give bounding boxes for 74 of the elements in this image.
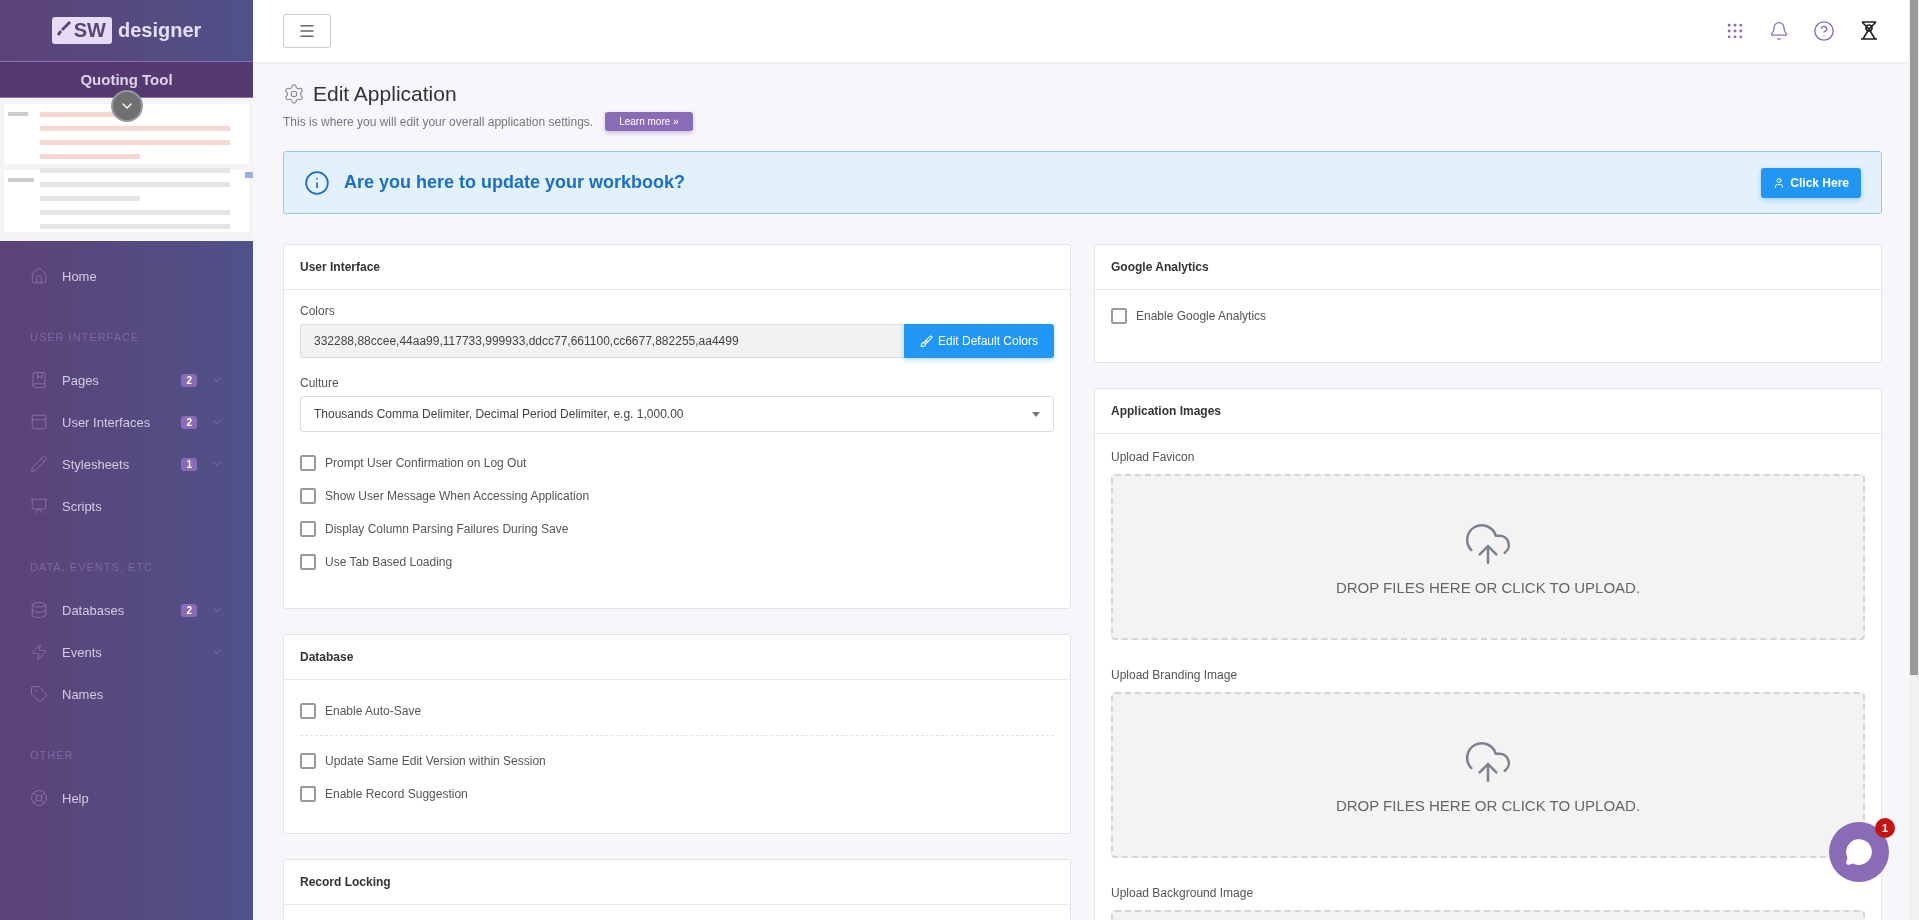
checkbox[interactable] <box>300 752 316 769</box>
help-icon[interactable] <box>1813 20 1835 42</box>
page-subtitle: This is where you will edit your overall application settings. <box>283 114 594 129</box>
chat-icon <box>1845 838 1873 866</box>
checkbox-label: Show User Message When Accessing Application <box>325 488 590 503</box>
nav-item[interactable]: Stylesheets 1 <box>0 443 253 485</box>
settings-icon <box>283 83 305 105</box>
field-label: Upload Background Image <box>1111 886 1255 900</box>
count-badge: 2 <box>181 415 197 429</box>
checkbox[interactable] <box>300 553 316 570</box>
checkbox[interactable] <box>300 487 316 504</box>
field-label: Upload Branding Image <box>1111 668 1239 682</box>
bookmark-icon <box>30 371 48 389</box>
scrollbar[interactable] <box>1909 0 1919 920</box>
nav-item[interactable]: User Interfaces 2 <box>0 401 253 443</box>
checkbox-label: Display Column Parsing Failures During Save <box>325 521 569 536</box>
checkbox[interactable] <box>300 702 316 719</box>
edit-colors-button[interactable]: Edit Default Colors <box>903 324 1054 358</box>
nav-item[interactable]: Home <box>0 255 253 297</box>
upload-dropzone[interactable]: DROP FILES HERE OR CLICK TO UPLOAD. <box>1111 692 1865 858</box>
nav-item[interactable]: Help <box>0 777 253 819</box>
user-icon <box>1773 176 1786 189</box>
logo-text: designer <box>117 19 202 42</box>
banner-text: Are you here to update your workbook? <box>344 172 687 193</box>
checkbox[interactable] <box>300 454 316 471</box>
info-icon <box>304 169 330 196</box>
nav-item[interactable]: Pages 2 <box>0 359 253 401</box>
checkbox-label: Enable Auto-Save <box>325 703 422 718</box>
avatar-icon[interactable] <box>1859 20 1879 42</box>
lifebuoy-icon <box>30 789 48 807</box>
field-label: Colors <box>300 304 336 318</box>
brush-icon <box>919 334 933 348</box>
menu-icon <box>298 22 316 40</box>
checkbox-label: Enable Google Analytics <box>1136 308 1267 323</box>
count-badge: 1 <box>181 457 197 471</box>
bell-icon[interactable] <box>1769 21 1789 41</box>
nav-item[interactable]: Databases 2 <box>0 589 253 631</box>
page-title: Edit Application <box>313 82 457 106</box>
click-here-button[interactable]: Click Here <box>1761 167 1861 198</box>
count-badge: 2 <box>181 373 197 387</box>
logo-badge: SW <box>51 17 112 44</box>
field-label: Culture <box>300 376 340 390</box>
brush-icon <box>56 21 71 37</box>
checkbox[interactable] <box>300 785 316 802</box>
home-icon <box>30 267 48 285</box>
field-label: Upload Favicon <box>1111 450 1196 464</box>
upload-dropzone[interactable]: DROP FILES HERE OR CLICK TO UPLOAD. <box>1111 474 1865 640</box>
card-title: Database <box>284 635 1070 680</box>
window-icon <box>30 413 48 431</box>
apps-icon[interactable] <box>1725 21 1745 41</box>
presentation-icon <box>30 497 48 515</box>
count-badge: 2 <box>181 603 197 617</box>
nav-item[interactable]: Scripts <box>0 485 253 527</box>
database-icon <box>30 601 48 619</box>
card-title: Google Analytics <box>1095 245 1881 290</box>
checkbox-label: Prompt User Confirmation on Log Out <box>325 455 527 470</box>
culture-select[interactable]: Thousands Comma Delimiter, Decimal Period Delimiter, e.g. 1,000.00 <box>300 396 1054 432</box>
colors-field[interactable]: 332288,88ccee,44aa99,117733,999933,ddcc77,661100,cc6677,882255,aa4499 <box>300 324 904 358</box>
lightning-icon <box>30 643 48 661</box>
checkbox-label: Update Same Edit Version within Session <box>325 753 546 768</box>
tag-icon <box>30 685 48 703</box>
card-title: Application Images <box>1095 389 1881 434</box>
checkbox-label: Use Tab Based Loading <box>325 554 453 569</box>
menu-button[interactable] <box>283 14 331 48</box>
learn-more-button[interactable]: Learn more » <box>605 112 693 131</box>
card-title: User Interface <box>284 245 1070 290</box>
project-name: Quoting Tool <box>0 62 253 98</box>
checkbox-label: Enable Record Suggestion <box>325 786 468 801</box>
card-title: Record Locking <box>284 860 1070 905</box>
checkbox[interactable] <box>1111 307 1127 324</box>
nav-item[interactable]: Names <box>0 673 253 715</box>
nav-item[interactable]: Events <box>0 631 253 673</box>
pencil-icon <box>30 455 48 473</box>
checkbox[interactable] <box>300 520 316 537</box>
